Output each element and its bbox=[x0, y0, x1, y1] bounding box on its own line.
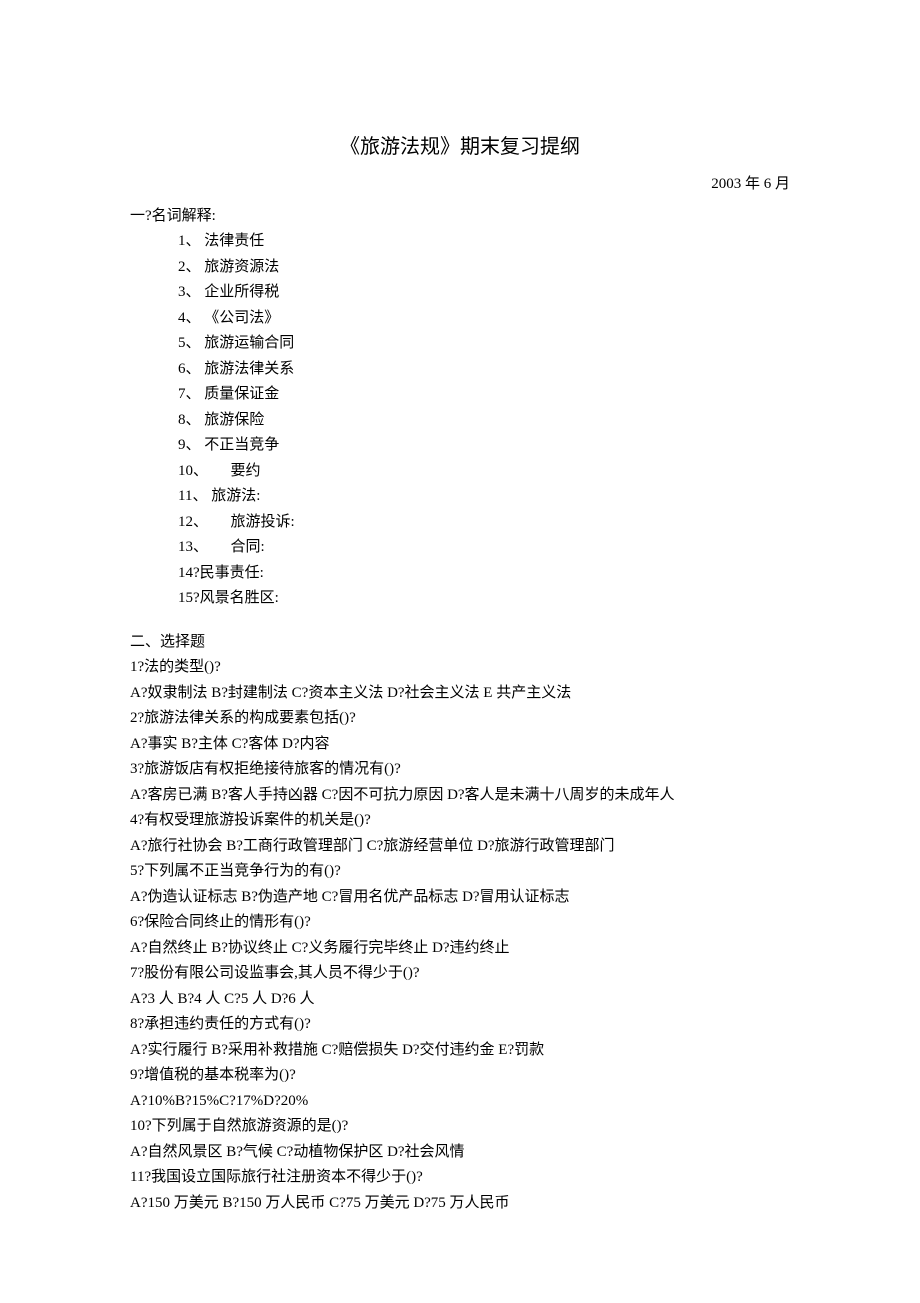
term-item: 7、 质量保证金 bbox=[178, 382, 790, 408]
question-line: A?事实 B?主体 C?客体 D?内容 bbox=[130, 732, 790, 758]
question-line: 9?增值税的基本税率为()? bbox=[130, 1063, 790, 1089]
question-line: A?奴隶制法 B?封建制法 C?资本主义法 D?社会主义法 E 共产主义法 bbox=[130, 681, 790, 707]
term-item: 3、 企业所得税 bbox=[178, 280, 790, 306]
document-date: 2003 年 6 月 bbox=[130, 172, 790, 198]
question-line: A?伪造认证标志 B?伪造产地 C?冒用名优产品标志 D?冒用认证标志 bbox=[130, 885, 790, 911]
question-line: 2?旅游法律关系的构成要素包括()? bbox=[130, 706, 790, 732]
question-line: A?自然风景区 B?气候 C?动植物保护区 D?社会风情 bbox=[130, 1140, 790, 1166]
term-item: 2、 旅游资源法 bbox=[178, 255, 790, 281]
question-line: 4?有权受理旅游投诉案件的机关是()? bbox=[130, 808, 790, 834]
section1-body: 1、 法律责任 2、 旅游资源法 3、 企业所得税 4、 《公司法》 5、 旅游… bbox=[130, 229, 790, 612]
term-item: 4、 《公司法》 bbox=[178, 306, 790, 332]
term-item: 5、 旅游运输合同 bbox=[178, 331, 790, 357]
term-item: 9、 不正当竞争 bbox=[178, 433, 790, 459]
question-line: A?客房已满 B?客人手持凶器 C?因不可抗力原因 D?客人是未满十八周岁的未成… bbox=[130, 783, 790, 809]
term-item: 1、 法律责任 bbox=[178, 229, 790, 255]
term-item: 15?风景名胜区: bbox=[178, 586, 790, 612]
question-line: A?10%B?15%C?17%D?20% bbox=[130, 1089, 790, 1115]
section2: 二、选择题 1?法的类型()? A?奴隶制法 B?封建制法 C?资本主义法 D?… bbox=[130, 630, 790, 1217]
term-item: 6、 旅游法律关系 bbox=[178, 357, 790, 383]
section1-heading: 一?名词解释: bbox=[130, 204, 790, 230]
term-item: 14?民事责任: bbox=[178, 561, 790, 587]
term-item: 13、 合同: bbox=[178, 535, 790, 561]
question-line: A?3 人 B?4 人 C?5 人 D?6 人 bbox=[130, 987, 790, 1013]
document-title: 《旅游法规》期末复习提纲 bbox=[130, 130, 790, 164]
term-item: 10、 要约 bbox=[178, 459, 790, 485]
question-line: 8?承担违约责任的方式有()? bbox=[130, 1012, 790, 1038]
question-line: 3?旅游饭店有权拒绝接待旅客的情况有()? bbox=[130, 757, 790, 783]
question-line: 5?下列属不正当竞争行为的有()? bbox=[130, 859, 790, 885]
question-line: 7?股份有限公司设监事会,其人员不得少于()? bbox=[130, 961, 790, 987]
term-item: 12、 旅游投诉: bbox=[178, 510, 790, 536]
question-line: A?自然终止 B?协议终止 C?义务履行完毕终止 D?违约终止 bbox=[130, 936, 790, 962]
question-line: A?旅行社协会 B?工商行政管理部门 C?旅游经营单位 D?旅游行政管理部门 bbox=[130, 834, 790, 860]
term-item: 8、 旅游保险 bbox=[178, 408, 790, 434]
section2-heading: 二、选择题 bbox=[130, 630, 790, 656]
question-line: 10?下列属于自然旅游资源的是()? bbox=[130, 1114, 790, 1140]
question-line: 11?我国设立国际旅行社注册资本不得少于()? bbox=[130, 1165, 790, 1191]
question-line: A?150 万美元 B?150 万人民币 C?75 万美元 D?75 万人民币 bbox=[130, 1191, 790, 1217]
term-item: 11、 旅游法: bbox=[178, 484, 790, 510]
document-page: 《旅游法规》期末复习提纲 2003 年 6 月 一?名词解释: 1、 法律责任 … bbox=[0, 0, 920, 1296]
question-line: A?实行履行 B?采用补救措施 C?赔偿损失 D?交付违约金 E?罚款 bbox=[130, 1038, 790, 1064]
question-line: 6?保险合同终止的情形有()? bbox=[130, 910, 790, 936]
question-line: 1?法的类型()? bbox=[130, 655, 790, 681]
